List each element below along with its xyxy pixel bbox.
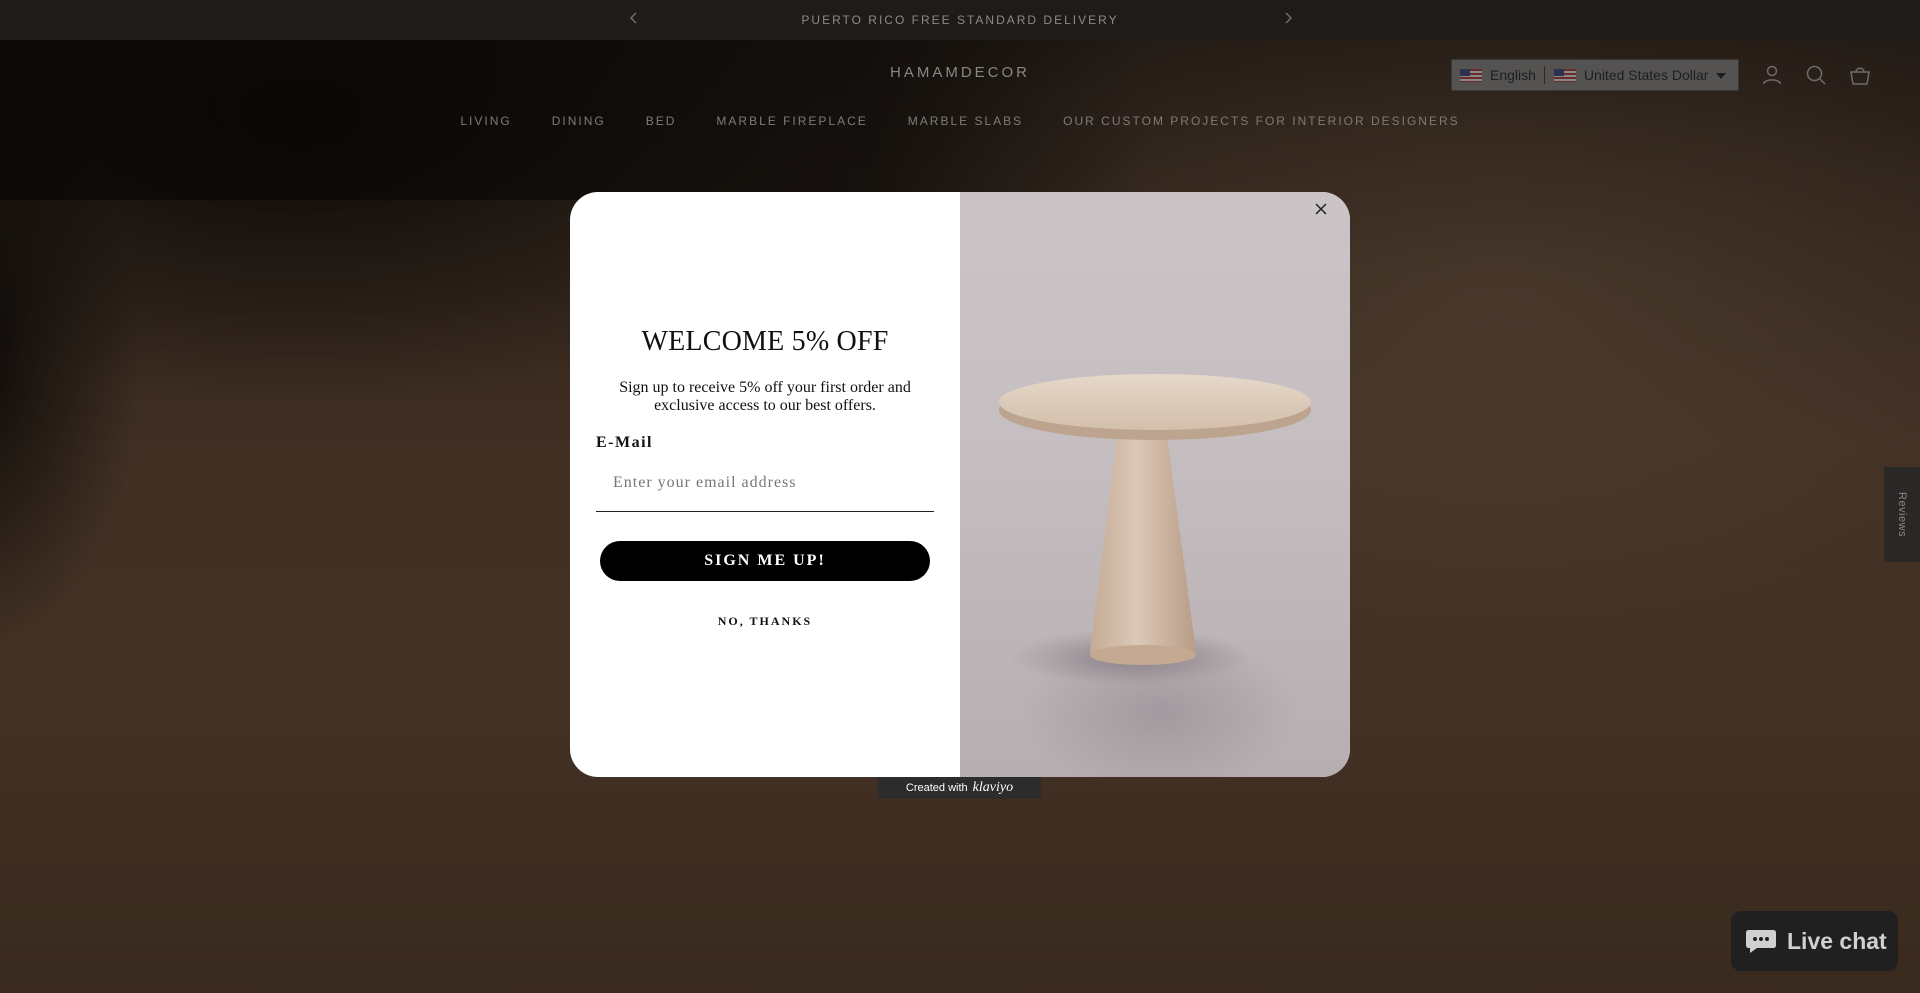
reviews-tab-label: Reviews bbox=[1896, 491, 1908, 538]
reviews-tab[interactable]: Reviews bbox=[1884, 467, 1920, 562]
chevron-left-icon[interactable] bbox=[628, 11, 640, 28]
announcement-bar: PUERTO RICO FREE STANDARD DELIVERY bbox=[0, 0, 1920, 40]
created-with-text: Created with bbox=[905, 782, 968, 794]
main-nav: LIVING DINING BED MARBLE FIREPLACE MARBL… bbox=[0, 114, 1920, 128]
nav-item-dining[interactable]: DINING bbox=[552, 114, 606, 128]
klaviyo-logo: klaviyo bbox=[972, 780, 1014, 795]
us-flag-icon bbox=[1553, 68, 1576, 82]
nav-item-custom-projects[interactable]: OUR CUSTOM PROJECTS FOR INTERIOR DESIGNE… bbox=[1063, 114, 1459, 128]
currency-label: United States Dollar bbox=[1583, 67, 1709, 83]
close-popup-button[interactable] bbox=[1314, 202, 1340, 228]
search-icon[interactable] bbox=[1804, 63, 1828, 87]
popup-product-image bbox=[960, 192, 1350, 777]
cart-icon[interactable] bbox=[1848, 63, 1872, 87]
popup-subtitle: Sign up to receive 5% off your first ord… bbox=[619, 379, 911, 414]
signup-popup: WELCOME 5% OFF Sign up to receive 5% off… bbox=[570, 192, 1350, 777]
nav-item-marble-slabs[interactable]: MARBLE SLABS bbox=[908, 114, 1023, 128]
nav-item-bed[interactable]: BED bbox=[646, 114, 677, 128]
klaviyo-badge[interactable]: Created with klaviyo bbox=[878, 777, 1041, 799]
pedestal-table-image bbox=[999, 374, 1311, 685]
email-label: E-Mail bbox=[596, 434, 653, 451]
language-currency-selector[interactable]: English United States Dollar bbox=[1451, 59, 1739, 91]
us-flag-icon bbox=[1460, 68, 1482, 82]
live-chat-label: Live chat bbox=[1787, 927, 1887, 954]
announcement-text: PUERTO RICO FREE STANDARD DELIVERY bbox=[801, 13, 1119, 27]
no-thanks-button[interactable]: NO, THANKS bbox=[570, 614, 960, 629]
account-icon[interactable] bbox=[1760, 63, 1784, 87]
live-chat-button[interactable]: Live chat bbox=[1731, 911, 1898, 971]
email-input[interactable] bbox=[596, 454, 934, 512]
nav-item-marble-fireplace[interactable]: MARBLE FIREPLACE bbox=[716, 114, 867, 128]
caret-down-icon bbox=[1716, 73, 1726, 79]
close-icon bbox=[1315, 203, 1327, 215]
chat-bubble-icon bbox=[1746, 930, 1776, 953]
chevron-right-icon[interactable] bbox=[1282, 11, 1294, 28]
popup-form-panel: WELCOME 5% OFF Sign up to receive 5% off… bbox=[570, 192, 960, 777]
divider bbox=[1543, 66, 1545, 84]
nav-item-living[interactable]: LIVING bbox=[460, 114, 511, 128]
language-label: English bbox=[1490, 67, 1536, 83]
sign-up-button[interactable]: SIGN ME UP! bbox=[600, 541, 930, 581]
popup-title: WELCOME 5% OFF bbox=[641, 326, 889, 357]
